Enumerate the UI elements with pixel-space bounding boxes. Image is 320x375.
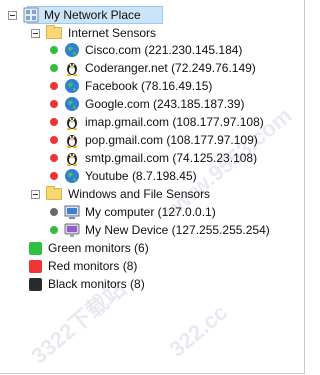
folder-icon [46,25,62,39]
linux-tux-icon [67,63,77,76]
legend-green-label: Green monitors (6) [48,241,149,255]
tree-root[interactable]: My Network Place [8,6,141,24]
tree-group-internet[interactable]: Internet Sensors [31,24,156,42]
status-dot [50,82,58,90]
sensor-row-smtp[interactable]: smtp.gmail.com (74.125.23.108) [50,149,257,167]
sensor-label: Google.com (243.185.187.39) [85,97,245,111]
sensor-label: pop.gmail.com (108.177.97.109) [85,133,258,147]
sensor-row-coderanger[interactable]: Coderanger.net (72.249.76.149) [50,59,256,77]
sensor-label: My computer (127.0.0.1) [85,205,216,219]
status-dot [50,118,58,126]
folder-icon [46,186,62,200]
black-legend-swatch [29,277,42,291]
linux-tux-icon [67,135,77,148]
sensor-label: smtp.gmail.com (74.125.23.108) [85,151,258,165]
globe-icon [65,43,79,57]
globe-icon [65,97,79,111]
legend-green: Green monitors (6) [29,239,149,257]
tree-group-windows-label: Windows and File Sensors [68,187,211,201]
sensor-row-facebook[interactable]: Facebook (78.16.49.15) [50,77,212,95]
status-dot [50,226,58,234]
computer-icon [64,205,80,219]
network-tree-panel: www.9553.com 3322下载站 322.cc My Network P… [0,0,305,374]
sensor-row-cisco[interactable]: Cisco.com (221.230.145.184) [50,41,242,59]
legend-red: Red monitors (8) [29,257,137,275]
legend-black-label: Black monitors (8) [48,277,145,291]
status-dot [50,46,58,54]
tree-group-windows[interactable]: Windows and File Sensors [31,185,210,203]
status-dot [50,172,58,180]
collapse-windows-icon[interactable] [31,189,40,199]
tree-root-label: My Network Place [44,8,141,22]
status-dot [50,208,58,216]
globe-icon [65,169,79,183]
sensor-row-pop[interactable]: pop.gmail.com (108.177.97.109) [50,131,258,149]
status-dot [50,100,58,108]
sensor-label: Youtube (8.7.198.45) [85,169,197,183]
network-place-icon [23,7,39,23]
tree-group-internet-label: Internet Sensors [68,26,157,40]
sensor-row-imap[interactable]: imap.gmail.com (108.177.97.108) [50,113,264,131]
globe-icon [65,79,79,93]
status-dot [50,136,58,144]
legend-red-label: Red monitors (8) [48,259,138,273]
linux-tux-icon [67,153,77,166]
mac-device-icon [64,223,80,237]
collapse-root-icon[interactable] [8,10,17,20]
legend-black: Black monitors (8) [29,275,145,293]
status-dot [50,64,58,72]
sensor-row-my-computer[interactable]: My computer (127.0.0.1) [50,203,216,221]
sensor-label: imap.gmail.com (108.177.97.108) [85,115,264,129]
sensor-row-google[interactable]: Google.com (243.185.187.39) [50,95,244,113]
collapse-internet-icon[interactable] [31,28,40,38]
status-dot [50,154,58,162]
linux-tux-icon [67,117,77,130]
sensor-label: Facebook (78.16.49.15) [85,79,213,93]
sensor-label: My New Device (127.255.255.254) [85,223,270,237]
sensor-label: Coderanger.net (72.249.76.149) [85,61,256,75]
sensor-row-youtube[interactable]: Youtube (8.7.198.45) [50,167,197,185]
red-legend-swatch [29,259,42,273]
watermark-text-3: 322.cc [164,299,233,362]
green-legend-swatch [29,241,42,255]
sensor-label: Cisco.com (221.230.145.184) [85,43,243,57]
sensor-row-my-new-device[interactable]: My New Device (127.255.255.254) [50,221,270,239]
